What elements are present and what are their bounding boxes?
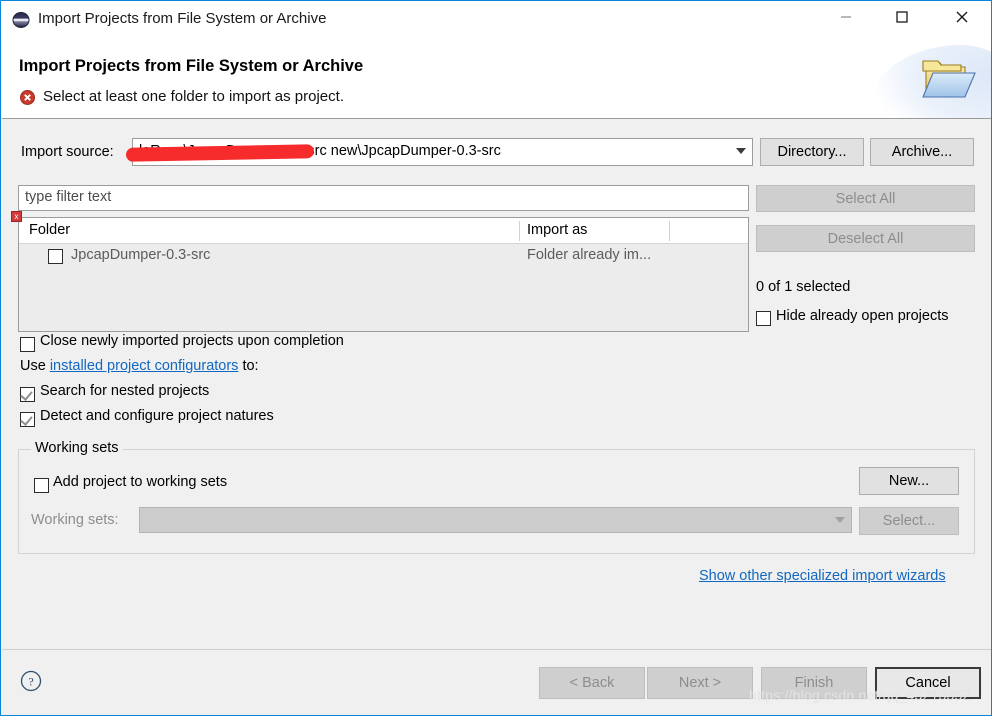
cancel-button[interactable]: Cancel: [875, 667, 981, 699]
title-bar: Import Projects from File System or Arch…: [1, 1, 991, 39]
working-sets-legend: Working sets: [31, 440, 123, 456]
eclipse-icon: [12, 11, 30, 29]
deselect-all-button[interactable]: Deselect All: [756, 225, 975, 252]
add-project-to-working-sets-label: Add project to working sets: [53, 474, 228, 490]
column-header-folder: Folder: [29, 222, 71, 238]
chevron-down-icon: [835, 517, 845, 523]
show-other-import-wizards-link[interactable]: Show other specialized import wizards: [699, 568, 946, 584]
working-sets-group: Working sets Add project to working sets…: [18, 440, 975, 554]
open-folder-icon: [913, 55, 979, 111]
folder-table[interactable]: Folder Import as JpcapDumper-0.3-src Fol…: [18, 217, 749, 332]
svg-text:?: ?: [28, 675, 33, 689]
next-button[interactable]: Next >: [647, 667, 753, 699]
close-newly-imported-checkbox[interactable]: [20, 337, 35, 352]
finish-button[interactable]: Finish: [761, 667, 867, 699]
close-newly-imported-label: Close newly imported projects upon compl…: [40, 333, 344, 349]
row-folder-name: JpcapDumper-0.3-src: [71, 247, 211, 263]
working-sets-combo[interactable]: [139, 507, 852, 533]
column-divider: [669, 221, 670, 241]
header-message: Select at least one folder to import as …: [43, 88, 344, 105]
detect-project-natures-label: Detect and configure project natures: [40, 408, 274, 424]
back-button[interactable]: < Back: [539, 667, 645, 699]
wizard-header: Import Projects from File System or Arch…: [2, 39, 991, 119]
help-icon[interactable]: ?: [20, 670, 42, 692]
archive-button[interactable]: Archive...: [870, 138, 974, 166]
column-divider: [519, 221, 520, 241]
error-icon: [20, 90, 35, 105]
row-checkbox[interactable]: [48, 249, 63, 264]
use-configurators-line: Use installed project configurators to:: [20, 358, 259, 374]
search-nested-projects-label: Search for nested projects: [40, 383, 210, 399]
select-all-button[interactable]: Select All: [756, 185, 975, 212]
selected-count-label: 0 of 1 selected: [756, 279, 851, 295]
directory-button[interactable]: Directory...: [760, 138, 864, 166]
detect-project-natures-checkbox[interactable]: [20, 412, 35, 427]
row-import-as: Folder already im...: [527, 247, 652, 263]
hide-already-open-projects-label: Hide already open projects: [776, 308, 949, 324]
working-sets-combo-label: Working sets:: [31, 512, 119, 528]
maximize-button[interactable]: [879, 1, 925, 32]
close-button[interactable]: [939, 1, 985, 32]
dialog-body: Import source: leRecv\JpcapDumper-0.3-sr…: [2, 119, 991, 649]
installed-project-configurators-link[interactable]: installed project configurators: [50, 358, 239, 374]
use-prefix: Use: [20, 358, 50, 374]
add-project-to-working-sets-checkbox[interactable]: [34, 478, 49, 493]
page-title: Import Projects from File System or Arch…: [19, 57, 364, 75]
window-title: Import Projects from File System or Arch…: [38, 10, 327, 27]
table-error-decorator: x: [11, 211, 22, 222]
column-header-import-as: Import as: [527, 222, 588, 238]
table-row[interactable]: JpcapDumper-0.3-src Folder already im...: [19, 244, 748, 270]
import-projects-dialog: Import Projects from File System or Arch…: [0, 0, 992, 716]
select-working-sets-button[interactable]: Select...: [859, 507, 959, 535]
new-working-set-button[interactable]: New...: [859, 467, 959, 495]
banner-artwork: [871, 39, 991, 118]
filter-placeholder: type filter text: [25, 189, 112, 205]
dialog-footer: ? < Back Next > Finish Cancel: [2, 649, 991, 715]
chevron-down-icon: [736, 148, 746, 154]
table-header: Folder Import as: [19, 218, 748, 244]
minimize-button[interactable]: [823, 1, 869, 32]
hide-already-open-projects-checkbox[interactable]: [756, 311, 771, 326]
import-source-label: Import source:: [21, 144, 114, 160]
use-suffix: to:: [238, 358, 259, 374]
search-nested-projects-checkbox[interactable]: [20, 387, 35, 402]
filter-input[interactable]: type filter text: [18, 185, 749, 211]
